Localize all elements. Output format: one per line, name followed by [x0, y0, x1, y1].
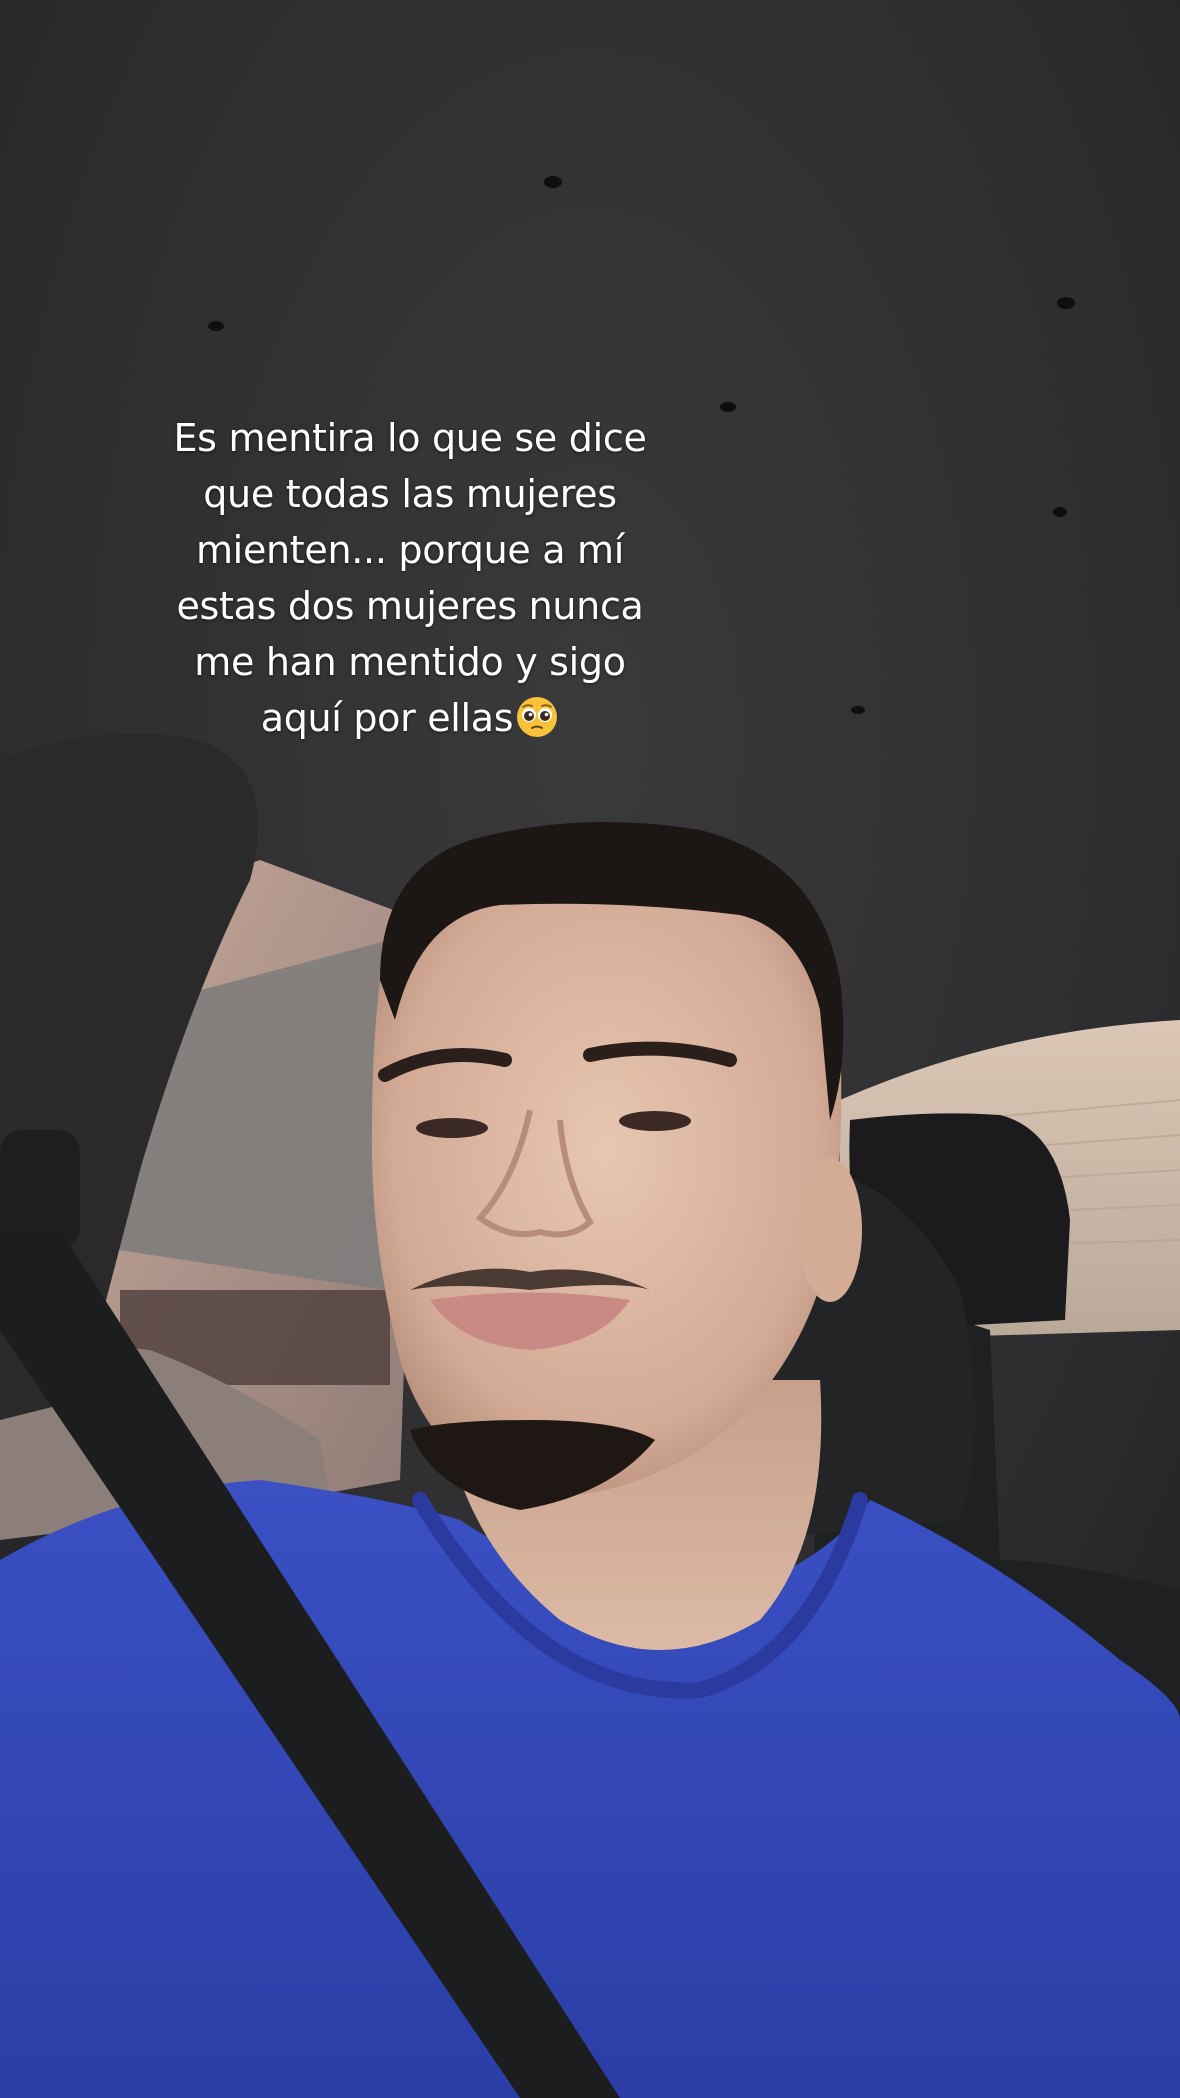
left-eye	[416, 1118, 488, 1138]
caption-line: estas dos mujeres nunca	[176, 584, 644, 628]
caption-line: mienten... porque a mí	[195, 528, 625, 572]
pleading-face-icon	[515, 695, 559, 739]
story-caption: Es mentira lo que se dice que todas las …	[100, 410, 720, 746]
selfie-photo	[0, 0, 1180, 2098]
caption-line-last: aquí por ellas	[100, 690, 720, 746]
caption-line: que todas las mujeres	[203, 472, 617, 516]
photo-scene: Es mentira lo que se dice que todas las …	[0, 0, 1180, 2098]
caption-line: Es mentira lo que se dice	[173, 416, 647, 460]
caption-line: aquí por ellas	[260, 696, 514, 740]
ear	[798, 1158, 862, 1302]
caption-line: me han mentido y sigo	[194, 640, 626, 684]
right-eye	[619, 1111, 691, 1131]
